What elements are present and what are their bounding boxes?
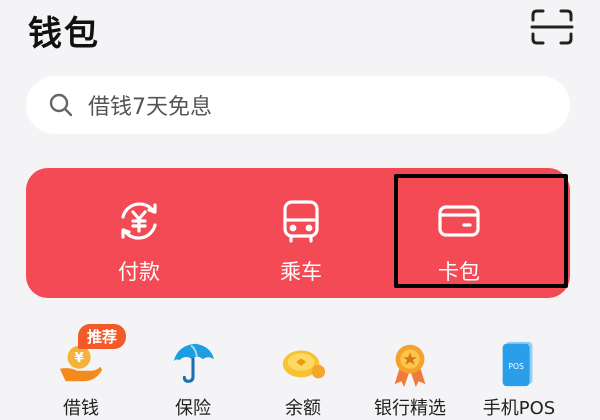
ride-button[interactable]: 乘车 <box>226 168 376 298</box>
recommend-badge: 推荐 <box>78 324 127 349</box>
balance-label: 余额 <box>285 398 321 419</box>
page-title: 钱包 <box>28 14 100 54</box>
bank-selection-service[interactable]: 银行精选 <box>355 320 465 420</box>
card-wallet-button[interactable]: 卡包 <box>384 168 534 298</box>
bank-selection-label: 银行精选 <box>374 398 446 419</box>
payment-cycle-icon <box>121 202 157 240</box>
borrow-label: 借钱 <box>63 398 99 419</box>
pay-label: 付款 <box>118 260 160 284</box>
umbrella-icon <box>173 343 215 383</box>
search-icon <box>49 93 73 117</box>
scan-button[interactable] <box>530 8 574 46</box>
mobile-pos-label: 手机POS <box>482 398 556 419</box>
card-wallet-icon <box>438 205 480 237</box>
ride-label: 乘车 <box>280 260 322 284</box>
coin-icon <box>282 350 326 379</box>
pos-terminal-icon: POS <box>502 341 533 387</box>
mobile-pos-service[interactable]: POS 手机POS <box>464 320 574 420</box>
scan-icon <box>530 9 574 45</box>
pos-icon-text: POS <box>508 362 524 371</box>
pay-button[interactable]: 付款 <box>64 168 214 298</box>
search-bar[interactable]: 借钱7天免息 <box>26 76 570 134</box>
medal-icon <box>394 344 426 388</box>
insurance-service[interactable]: 保险 <box>138 320 248 420</box>
search-placeholder: 借钱7天免息 <box>88 95 212 120</box>
card-wallet-label: 卡包 <box>438 260 480 284</box>
balance-service[interactable]: 余额 <box>248 320 358 420</box>
insurance-label: 保险 <box>175 398 211 419</box>
bus-icon <box>283 200 319 243</box>
header: 钱包 <box>0 0 600 60</box>
quick-action-card: 付款 乘车 卡包 <box>26 168 570 298</box>
svg-text:¥: ¥ <box>74 351 84 366</box>
